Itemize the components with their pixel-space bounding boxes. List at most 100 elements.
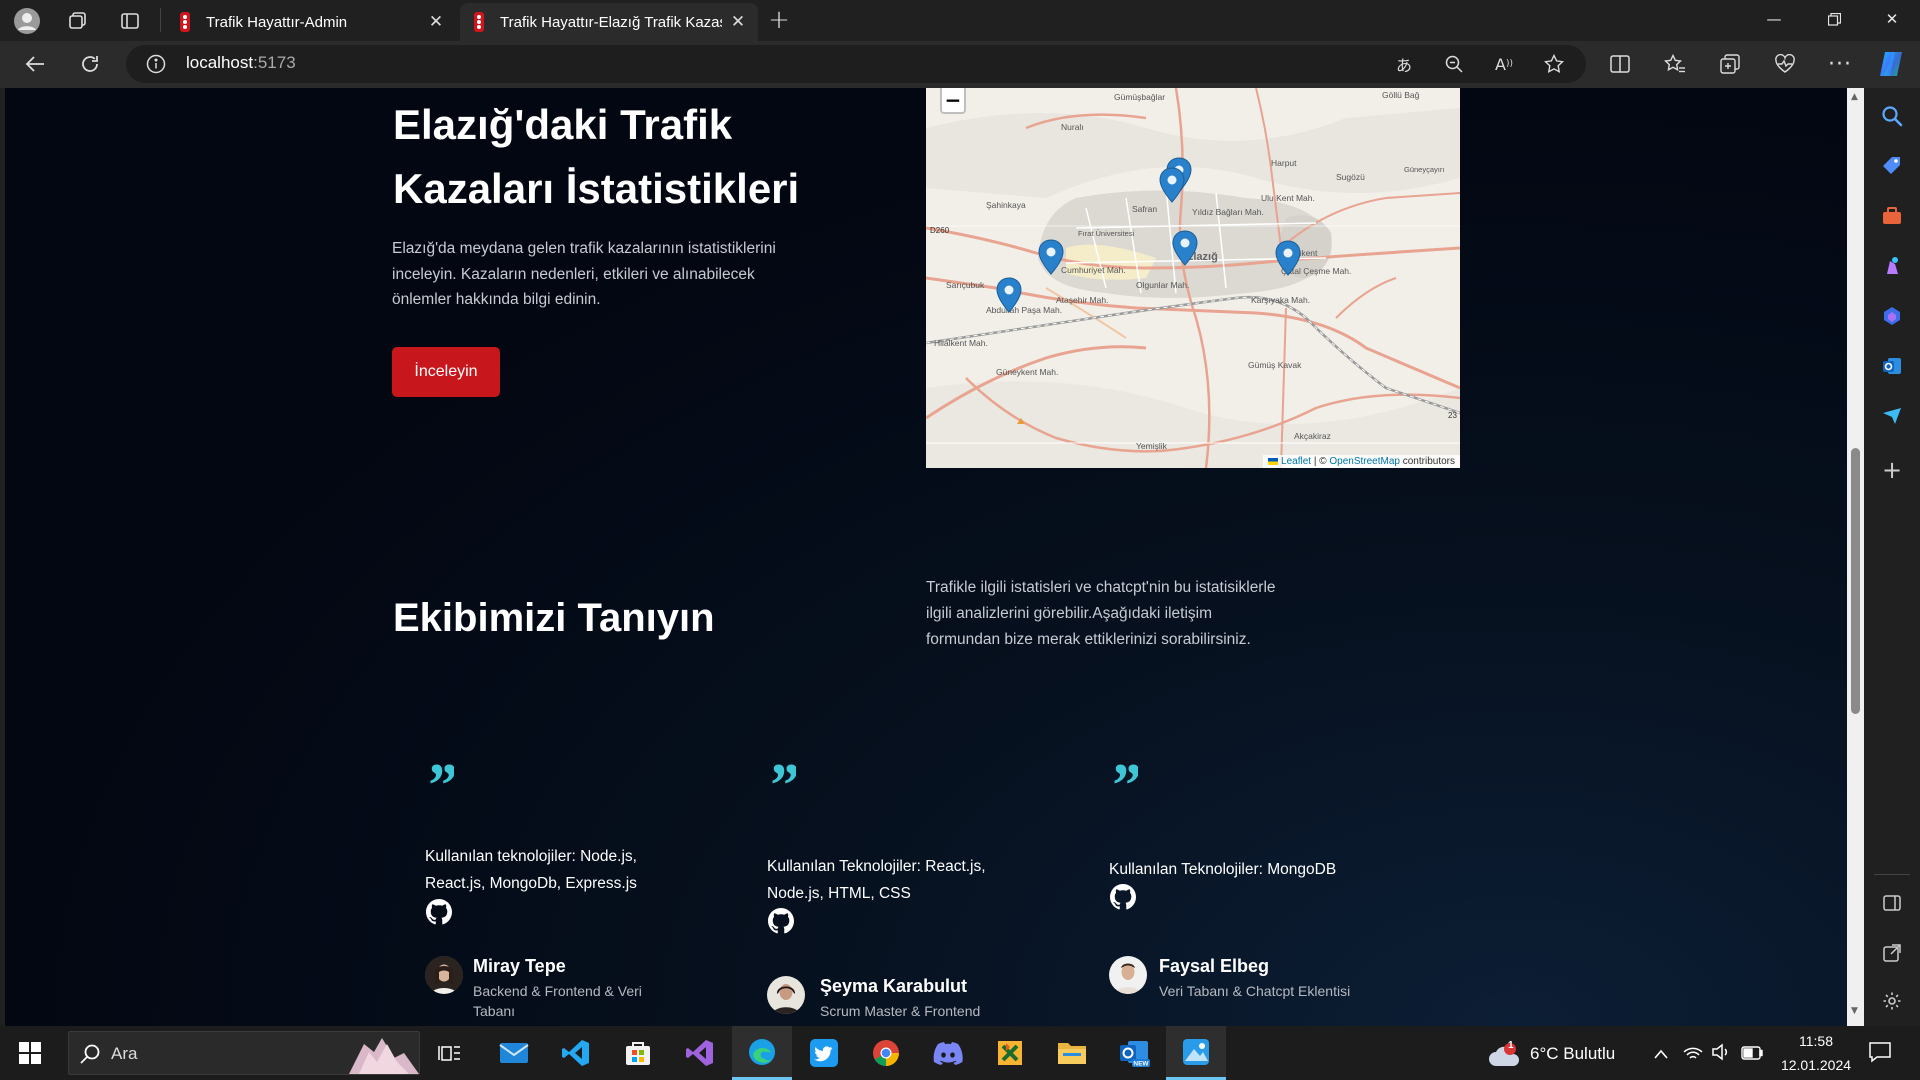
scrollbar-thumb[interactable] [1851, 448, 1860, 714]
quote-icon: ” [767, 758, 796, 814]
map-label: Yıldız Bağları Mah. [1192, 207, 1264, 217]
minimize-icon[interactable]: — [1746, 0, 1802, 38]
scroll-up-icon[interactable]: ▲ [1851, 92, 1858, 102]
close-window-icon[interactable]: ✕ [1864, 0, 1920, 38]
search-highlight-image [319, 1032, 419, 1074]
outlook-icon[interactable] [1873, 347, 1911, 385]
add-sidebar-app-icon[interactable]: + [1873, 451, 1911, 489]
quote-icon: ” [425, 758, 454, 814]
volume-icon[interactable] [1711, 1043, 1731, 1065]
weather-cloud-icon[interactable] [1488, 1042, 1522, 1072]
map-label: Olgunlar Mah. [1136, 280, 1189, 290]
microsoft-365-icon[interactable] [1873, 297, 1911, 335]
map-label: Akçakiraz [1294, 431, 1331, 441]
twitter-icon[interactable] [794, 1026, 854, 1080]
quote-icon: ” [1109, 758, 1138, 814]
edge-icon[interactable] [732, 1026, 792, 1080]
address-bar[interactable]: localhost:5173 あ A)) [126, 45, 1586, 83]
tools-icon[interactable] [1873, 197, 1911, 235]
xampp-icon[interactable] [980, 1026, 1040, 1080]
clock-time[interactable]: 11:58 [1776, 1033, 1856, 1049]
member-name: Faysal Elbeg [1159, 956, 1270, 976]
map-label: Sarıçubuk [946, 280, 985, 290]
avatar [1109, 956, 1147, 994]
inceleyin-button[interactable]: İnceleyin [392, 347, 500, 397]
visual-studio-icon[interactable] [670, 1026, 730, 1080]
copilot-icon[interactable] [1876, 49, 1906, 83]
map-tiles: Gümüşbağlar Göllü Bağ Nuralı Harput Sugö… [926, 88, 1460, 468]
traffic-light-icon [176, 11, 194, 33]
page-viewport: Elazığ'daki Trafik Kazaları İstatistikle… [5, 88, 1847, 1026]
close-icon[interactable]: ✕ [426, 12, 446, 32]
zoom-icon[interactable] [1440, 51, 1468, 77]
split-screen-icon[interactable] [1600, 44, 1640, 84]
read-aloud-icon[interactable]: A)) [1490, 51, 1518, 77]
svg-text:NEW: NEW [1133, 1061, 1149, 1068]
tab-actions-icon[interactable] [114, 6, 146, 36]
restore-icon[interactable] [1806, 0, 1862, 38]
drop-send-icon[interactable] [1873, 397, 1911, 435]
search-icon [79, 1043, 101, 1069]
attribution-separator: | © [1311, 456, 1330, 467]
close-icon[interactable]: ✕ [728, 12, 748, 32]
back-icon[interactable] [15, 44, 55, 84]
browser-essentials-icon[interactable] [1765, 44, 1805, 84]
more-options-icon[interactable]: ··· [1820, 44, 1860, 84]
chrome-icon[interactable] [856, 1026, 916, 1080]
member-tech: Kullanılan Teknolojiler: MongoDB [1109, 861, 1337, 878]
tab-public-site[interactable]: Trafik Hayattır-Elazığ Trafik Kazası ✕ [460, 3, 758, 41]
search-icon[interactable] [1873, 97, 1911, 135]
battery-icon[interactable] [1741, 1045, 1763, 1064]
hide-sidebar-icon[interactable] [1873, 884, 1911, 922]
favorites-icon[interactable] [1655, 44, 1695, 84]
refresh-icon[interactable] [70, 44, 110, 84]
wifi-icon[interactable] [1683, 1043, 1703, 1065]
tab-admin[interactable]: Trafik Hayattır-Admin ✕ [166, 3, 456, 41]
osm-link[interactable]: OpenStreetMap [1329, 456, 1400, 467]
tab-title: Trafik Hayattır-Elazığ Trafik Kazası [500, 13, 722, 31]
microsoft-store-icon[interactable] [608, 1026, 668, 1080]
outlook-new-icon[interactable]: NEW [1104, 1026, 1164, 1080]
mail-icon[interactable] [484, 1026, 544, 1080]
taskbar-search-box[interactable]: Ara [68, 1031, 420, 1075]
hero-title: Elazığ'daki Trafik Kazaları İstatistikle… [393, 101, 800, 212]
map-label: Gümüş Kavak [1248, 360, 1302, 370]
favorite-star-icon[interactable] [1540, 51, 1568, 77]
new-tab-icon[interactable]: + [762, 4, 796, 36]
collections-icon[interactable] [1710, 44, 1750, 84]
games-icon[interactable] [1873, 247, 1911, 285]
clock-date[interactable]: 12.01.2024 [1776, 1057, 1856, 1073]
site-info-icon[interactable] [146, 54, 166, 78]
workspaces-icon[interactable] [62, 6, 94, 36]
translate-icon[interactable]: あ [1390, 51, 1418, 77]
chevron-up-icon[interactable] [1653, 1045, 1669, 1064]
scroll-down-icon[interactable]: ▼ [1851, 1006, 1858, 1016]
file-explorer-icon[interactable] [1042, 1026, 1102, 1080]
leaflet-link[interactable]: Leaflet [1281, 456, 1311, 467]
map-label: Yemişlik [1136, 441, 1168, 451]
hero-description: Elazığ'da meydana gelen trafik kazaların… [392, 240, 776, 308]
discord-icon[interactable] [918, 1026, 978, 1080]
notification-icon[interactable] [1868, 1040, 1892, 1068]
github-icon[interactable] [1110, 884, 1136, 914]
map-label: Gümüşbağlar [1114, 92, 1165, 102]
github-icon[interactable] [426, 899, 452, 929]
accident-map[interactable]: Gümüşbağlar Göllü Bağ Nuralı Harput Sugö… [926, 88, 1460, 468]
map-label: Güneykent Mah. [996, 367, 1058, 377]
browser-titlebar: Trafik Hayattır-Admin ✕ Trafik Hayattır-… [0, 0, 1920, 41]
photos-icon[interactable] [1166, 1026, 1226, 1080]
github-icon[interactable] [768, 908, 794, 938]
avatar [425, 956, 463, 994]
weather-text[interactable]: 6°C Bulutlu [1530, 1044, 1615, 1064]
tab-divider [160, 8, 161, 32]
task-view-icon[interactable] [420, 1026, 480, 1080]
settings-gear-icon[interactable] [1873, 982, 1911, 1020]
shopping-tag-icon[interactable] [1873, 147, 1911, 185]
profile-icon[interactable] [10, 6, 44, 36]
url-text: localhost:5173 [186, 53, 296, 72]
map-zoom-out-button[interactable]: − [940, 88, 966, 114]
map-label: Nuralı [1061, 122, 1084, 132]
windows-start-icon[interactable] [0, 1026, 60, 1080]
external-link-icon[interactable] [1873, 934, 1911, 972]
vscode-icon[interactable] [546, 1026, 606, 1080]
